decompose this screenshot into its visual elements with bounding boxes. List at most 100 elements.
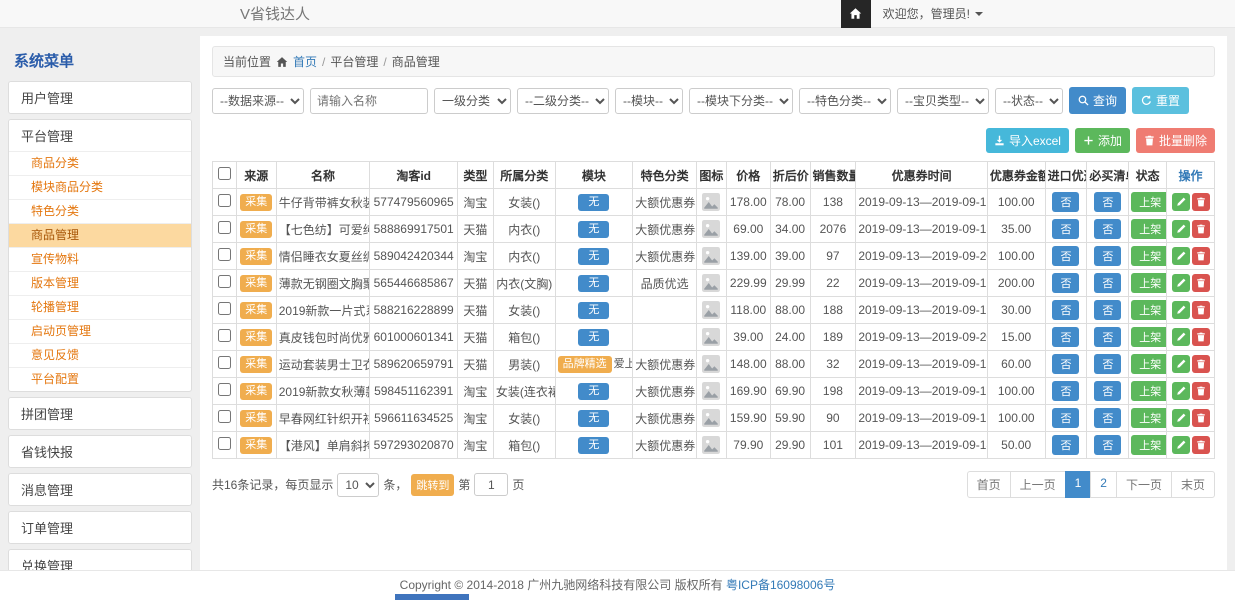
sidebar-item-goods-management[interactable]: 商品管理 [9, 224, 191, 248]
module-badge[interactable]: 品牌精选 [558, 356, 612, 373]
row-checkbox[interactable] [218, 275, 231, 288]
delete-button[interactable] [1192, 409, 1210, 427]
must-buy-toggle[interactable]: 否 [1094, 246, 1121, 266]
sidebar-item-user-management[interactable]: 用户管理 [9, 82, 191, 113]
sidebar-item-goods-category[interactable]: 商品分类 [9, 152, 191, 176]
row-checkbox[interactable] [218, 356, 231, 369]
must-buy-toggle[interactable]: 否 [1094, 219, 1121, 239]
edit-button[interactable] [1172, 355, 1190, 373]
user-menu[interactable]: 欢迎您，管理员! [871, 5, 995, 22]
sidebar-item-carousel-management[interactable]: 轮播管理 [9, 296, 191, 320]
status-button[interactable]: 上架 [1131, 273, 1166, 293]
row-checkbox[interactable] [218, 329, 231, 342]
icp-link[interactable]: 粤ICP备16098006号 [726, 578, 835, 592]
jump-page-input[interactable] [474, 473, 508, 496]
breadcrumb-home-link[interactable]: 首页 [293, 53, 317, 70]
delete-button[interactable] [1192, 220, 1210, 238]
edit-button[interactable] [1172, 274, 1190, 292]
module-subcategory-select[interactable]: --模块下分类-- [689, 88, 793, 114]
delete-button[interactable] [1192, 382, 1210, 400]
status-button[interactable]: 上架 [1131, 408, 1166, 428]
home-button[interactable] [841, 0, 871, 28]
module-select[interactable]: --模块-- [615, 88, 683, 114]
sidebar-item-splash-page-management[interactable]: 启动页管理 [9, 320, 191, 344]
row-checkbox[interactable] [218, 302, 231, 315]
level1-category-select[interactable]: 一级分类 [434, 88, 511, 114]
import-select-toggle[interactable]: 否 [1052, 219, 1079, 239]
sidebar-item-feedback[interactable]: 意见反馈 [9, 344, 191, 368]
delete-button[interactable] [1192, 247, 1210, 265]
data-source-select[interactable]: --数据来源-- [212, 88, 304, 114]
import-select-toggle[interactable]: 否 [1052, 246, 1079, 266]
must-buy-toggle[interactable]: 否 [1094, 327, 1121, 347]
last-page-button[interactable]: 末页 [1171, 471, 1215, 498]
must-buy-toggle[interactable]: 否 [1094, 192, 1121, 212]
name-input[interactable] [310, 88, 428, 114]
module-badge[interactable]: 无 [578, 437, 609, 454]
prev-page-button[interactable]: 上一页 [1010, 471, 1066, 498]
import-excel-button[interactable]: 导入excel [986, 128, 1069, 153]
level2-category-select[interactable]: --二级分类-- [517, 88, 609, 114]
must-buy-toggle[interactable]: 否 [1094, 354, 1121, 374]
import-select-toggle[interactable]: 否 [1052, 435, 1079, 455]
sidebar-item-platform-config[interactable]: 平台配置 [9, 368, 191, 391]
add-button[interactable]: 添加 [1075, 128, 1130, 153]
delete-button[interactable] [1192, 355, 1210, 373]
page-number-2[interactable]: 2 [1090, 471, 1117, 498]
edit-button[interactable] [1172, 220, 1190, 238]
delete-button[interactable] [1192, 193, 1210, 211]
status-select[interactable]: --状态-- [995, 88, 1063, 114]
must-buy-toggle[interactable]: 否 [1094, 381, 1121, 401]
edit-button[interactable] [1172, 409, 1190, 427]
sidebar-item-platform-management[interactable]: 平台管理 [9, 120, 191, 151]
import-select-toggle[interactable]: 否 [1052, 354, 1079, 374]
status-button[interactable]: 上架 [1131, 192, 1166, 212]
sidebar-item-saving-express[interactable]: 省钱快报 [9, 436, 191, 467]
import-select-toggle[interactable]: 否 [1052, 192, 1079, 212]
search-button[interactable]: 查询 [1069, 87, 1126, 114]
jump-button[interactable]: 跳转到 [411, 474, 454, 496]
edit-button[interactable] [1172, 193, 1190, 211]
edit-button[interactable] [1172, 247, 1190, 265]
import-select-toggle[interactable]: 否 [1052, 408, 1079, 428]
module-badge[interactable]: 无 [578, 329, 609, 346]
module-badge[interactable]: 无 [578, 248, 609, 265]
delete-button[interactable] [1192, 301, 1210, 319]
sidebar-item-order-management[interactable]: 订单管理 [9, 512, 191, 543]
edit-button[interactable] [1172, 436, 1190, 454]
status-button[interactable]: 上架 [1131, 354, 1166, 374]
must-buy-toggle[interactable]: 否 [1094, 408, 1121, 428]
select-all-checkbox[interactable] [218, 167, 231, 180]
import-select-toggle[interactable]: 否 [1052, 381, 1079, 401]
module-badge[interactable]: 无 [578, 194, 609, 211]
sidebar-item-group-buy-management[interactable]: 拼团管理 [9, 398, 191, 429]
must-buy-toggle[interactable]: 否 [1094, 300, 1121, 320]
module-badge[interactable]: 无 [578, 302, 609, 319]
row-checkbox[interactable] [218, 221, 231, 234]
batch-delete-button[interactable]: 批量删除 [1136, 128, 1215, 153]
delete-button[interactable] [1192, 328, 1210, 346]
status-button[interactable]: 上架 [1131, 327, 1166, 347]
next-page-button[interactable]: 下一页 [1116, 471, 1172, 498]
status-button[interactable]: 上架 [1131, 435, 1166, 455]
edit-button[interactable] [1172, 382, 1190, 400]
sidebar-item-promotion-materials[interactable]: 宣传物料 [9, 248, 191, 272]
delete-button[interactable] [1192, 436, 1210, 454]
module-badge[interactable]: 无 [578, 410, 609, 427]
sidebar-item-module-goods-category[interactable]: 模块商品分类 [9, 176, 191, 200]
delete-button[interactable] [1192, 274, 1210, 292]
status-button[interactable]: 上架 [1131, 219, 1166, 239]
status-button[interactable]: 上架 [1131, 246, 1166, 266]
module-badge[interactable]: 无 [578, 383, 609, 400]
sidebar-item-version-management[interactable]: 版本管理 [9, 272, 191, 296]
module-badge[interactable]: 无 [578, 221, 609, 238]
special-category-select[interactable]: --特色分类-- [799, 88, 891, 114]
must-buy-toggle[interactable]: 否 [1094, 273, 1121, 293]
import-select-toggle[interactable]: 否 [1052, 273, 1079, 293]
edit-button[interactable] [1172, 328, 1190, 346]
row-checkbox[interactable] [218, 410, 231, 423]
row-checkbox[interactable] [218, 437, 231, 450]
reset-button[interactable]: 重置 [1132, 87, 1189, 114]
status-button[interactable]: 上架 [1131, 300, 1166, 320]
item-type-select[interactable]: --宝贝类型-- [897, 88, 989, 114]
